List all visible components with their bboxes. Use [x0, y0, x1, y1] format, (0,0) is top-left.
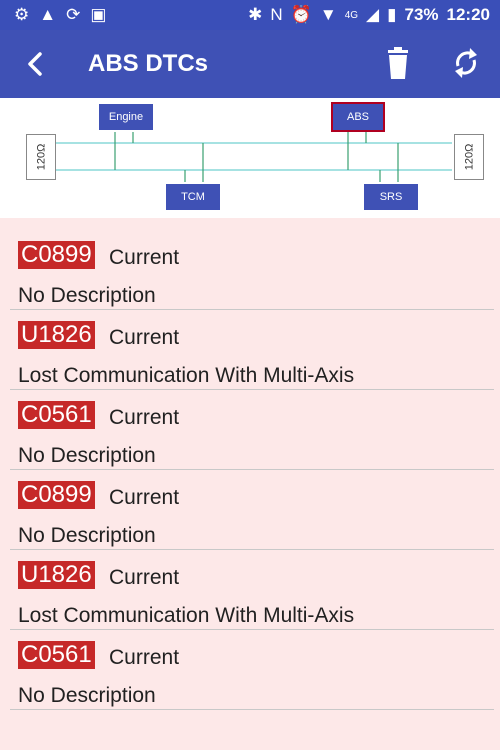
dtc-code: U1826 [18, 321, 95, 349]
dtc-status: Current [109, 486, 180, 509]
node-abs[interactable]: ABS [331, 102, 385, 132]
dtc-description: No Description [18, 284, 156, 307]
node-tcm[interactable]: TCM [166, 184, 220, 210]
dtc-status: Current [109, 646, 180, 669]
dtc-status: Current [109, 566, 180, 589]
battery-icon: ▮ [387, 5, 397, 24]
dtc-status: Current [109, 326, 180, 349]
node-engine[interactable]: Engine [99, 104, 153, 130]
trash-icon[interactable] [383, 46, 413, 80]
terminator-left: 120Ω [26, 134, 56, 180]
dtc-description: No Description [18, 684, 156, 707]
bluetooth-icon: ✱ [248, 5, 263, 24]
alarm-icon: ⏰ [290, 5, 312, 24]
dtc-item[interactable]: C0899 Current No Description [10, 230, 494, 310]
battery-percent: 73% [404, 5, 439, 24]
wifi-icon: ▼ [319, 5, 337, 24]
dtc-status: Current [109, 246, 180, 269]
warning-icon: ▲ [39, 5, 57, 24]
image-icon: ▣ [90, 5, 107, 24]
nfc-icon: N [270, 5, 283, 24]
dtc-status: Current [109, 406, 180, 429]
app-bar: ABS DTCs [0, 30, 500, 98]
dtc-item[interactable]: U1826 Current Lost Communication With Mu… [10, 310, 494, 390]
back-arrow-icon[interactable] [22, 48, 50, 80]
dtc-code: C0561 [18, 641, 95, 669]
sync-icon: ⟳ [66, 5, 81, 24]
dtc-item[interactable]: U1826 Current Lost Communication With Mu… [10, 550, 494, 630]
dtc-code: C0899 [18, 481, 95, 509]
status-bar: ⚙ ▲ ⟳ ▣ ✱ N ⏰ ▼ 4G ◢ ▮ 73% 12:20 [0, 0, 500, 30]
clock: 12:20 [446, 5, 490, 24]
refresh-icon[interactable] [450, 46, 482, 80]
signal-icon: ◢ [366, 5, 380, 24]
dtc-code: C0561 [18, 401, 95, 429]
bus-lines [56, 132, 452, 182]
network-type: 4G [344, 9, 359, 21]
node-srs[interactable]: SRS [364, 184, 418, 210]
dtc-description: Lost Communication With Multi-Axis [18, 604, 355, 627]
dtc-item[interactable]: C0899 Current No Description [10, 470, 494, 550]
page-title: ABS DTCs [88, 50, 209, 77]
dtc-item[interactable]: C0561 Current No Description [10, 630, 494, 710]
dtc-code: U1826 [18, 561, 95, 589]
can-bus-diagram: 120Ω 120Ω Engine ABS TCM SRS [0, 98, 500, 218]
dtc-description: Lost Communication With Multi-Axis [18, 364, 355, 387]
app-notification-icon: ⚙ [14, 5, 30, 24]
dtc-description: No Description [18, 524, 156, 547]
dtc-item[interactable]: C0561 Current No Description [10, 390, 494, 470]
dtc-description: No Description [18, 444, 156, 467]
dtc-list: C0899 Current No Description U1826 Curre… [0, 230, 500, 710]
dtc-code: C0899 [18, 241, 95, 269]
terminator-right: 120Ω [454, 134, 484, 180]
